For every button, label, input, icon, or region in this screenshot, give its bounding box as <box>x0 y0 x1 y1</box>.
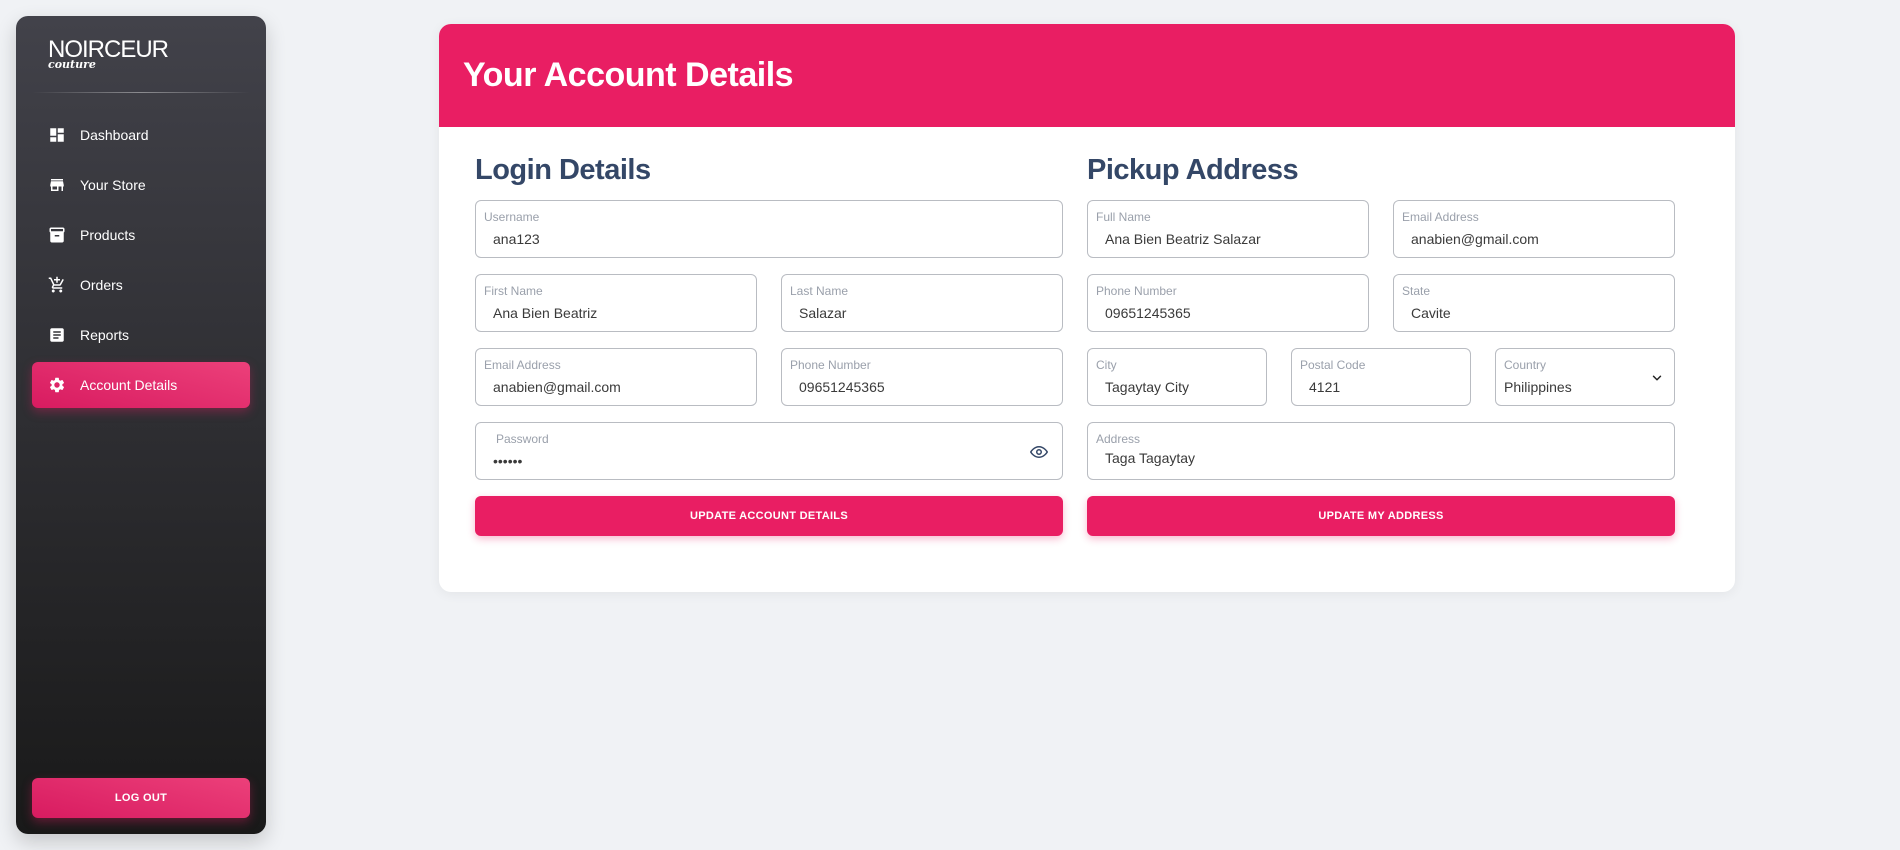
city-label: City <box>1096 358 1117 372</box>
login-phone-input[interactable] <box>790 376 1054 398</box>
cart-icon <box>48 276 66 294</box>
last-name-input[interactable] <box>790 302 1054 324</box>
login-email-input[interactable] <box>484 376 748 398</box>
address-field[interactable]: Address <box>1087 422 1675 480</box>
sidebar-item-label: Orders <box>80 277 123 293</box>
update-my-address-button[interactable]: UPDATE MY ADDRESS <box>1087 496 1675 536</box>
state-label: State <box>1402 284 1431 298</box>
postal-code-field[interactable]: Postal Code <box>1291 348 1471 406</box>
first-name-input[interactable] <box>484 302 748 324</box>
pickup-email-label: Email Address <box>1402 210 1479 224</box>
page-title: Your Account Details <box>463 56 794 94</box>
state-field[interactable]: State <box>1393 274 1675 332</box>
postal-code-label: Postal Code <box>1300 358 1366 372</box>
address-input[interactable] <box>1096 447 1666 469</box>
country-select[interactable]: Country <box>1495 348 1675 406</box>
username-field[interactable]: Username <box>475 200 1063 258</box>
last-name-field[interactable]: Last Name <box>781 274 1063 332</box>
city-field[interactable]: City <box>1087 348 1267 406</box>
logout-button[interactable]: LOG OUT <box>32 778 250 818</box>
sidebar-divider <box>32 92 250 93</box>
password-field[interactable]: Password <box>475 422 1063 480</box>
sidebar-item-dashboard[interactable]: Dashboard <box>32 112 250 158</box>
username-input[interactable] <box>484 228 1054 250</box>
sidebar-item-products[interactable]: Products <box>32 212 250 258</box>
login-email-label: Email Address <box>484 358 561 372</box>
report-icon <box>48 326 66 344</box>
full-name-field[interactable]: Full Name <box>1087 200 1369 258</box>
archive-icon <box>48 226 66 244</box>
store-icon <box>48 176 66 194</box>
password-label: Password <box>496 432 549 446</box>
login-email-field[interactable]: Email Address <box>475 348 757 406</box>
sidebar-nav: Dashboard Your Store Products Orders Rep… <box>32 112 250 412</box>
first-name-label: First Name <box>484 284 543 298</box>
full-name-input[interactable] <box>1096 228 1360 250</box>
country-value[interactable] <box>1504 376 1666 398</box>
account-details-card: Your Account Details Login Details Usern… <box>439 24 1735 592</box>
username-label: Username <box>484 210 540 224</box>
sidebar-item-label: Dashboard <box>80 127 149 143</box>
city-input[interactable] <box>1096 376 1258 398</box>
dashboard-icon <box>48 126 66 144</box>
pickup-phone-input[interactable] <box>1096 302 1360 324</box>
sidebar-item-account-details[interactable]: Account Details <box>32 362 250 408</box>
postal-code-input[interactable] <box>1300 376 1462 398</box>
sidebar-item-label: Reports <box>80 327 130 343</box>
last-name-label: Last Name <box>790 284 849 298</box>
pickup-address-title: Pickup Address <box>1087 154 1299 186</box>
gear-icon <box>48 376 66 394</box>
state-input[interactable] <box>1402 302 1666 324</box>
country-label: Country <box>1504 358 1547 372</box>
card-header: Your Account Details <box>439 24 1735 127</box>
full-name-label: Full Name <box>1096 210 1151 224</box>
sidebar-item-label: Account Details <box>80 377 178 393</box>
sidebar-item-your-store[interactable]: Your Store <box>32 162 250 208</box>
eye-icon[interactable] <box>1029 443 1049 461</box>
pickup-email-field[interactable]: Email Address <box>1393 200 1675 258</box>
password-input[interactable] <box>484 450 1054 472</box>
login-details-title: Login Details <box>475 154 651 186</box>
first-name-field[interactable]: First Name <box>475 274 757 332</box>
sidebar-item-reports[interactable]: Reports <box>32 312 250 358</box>
chevron-down-icon[interactable] <box>1650 371 1664 385</box>
pickup-email-input[interactable] <box>1402 228 1666 250</box>
pickup-phone-label: Phone Number <box>1096 284 1177 298</box>
update-account-details-button[interactable]: UPDATE ACCOUNT DETAILS <box>475 496 1063 536</box>
login-phone-field[interactable]: Phone Number <box>781 348 1063 406</box>
pickup-phone-field[interactable]: Phone Number <box>1087 274 1369 332</box>
sidebar-item-label: Your Store <box>80 177 146 193</box>
brand-logo[interactable]: NOIRCEUR couture <box>48 38 169 71</box>
sidebar-item-label: Products <box>80 227 136 243</box>
sidebar: NOIRCEUR couture Dashboard Your Store Pr… <box>16 16 266 834</box>
sidebar-item-orders[interactable]: Orders <box>32 262 250 308</box>
login-phone-label: Phone Number <box>790 358 871 372</box>
address-label: Address <box>1096 432 1141 446</box>
